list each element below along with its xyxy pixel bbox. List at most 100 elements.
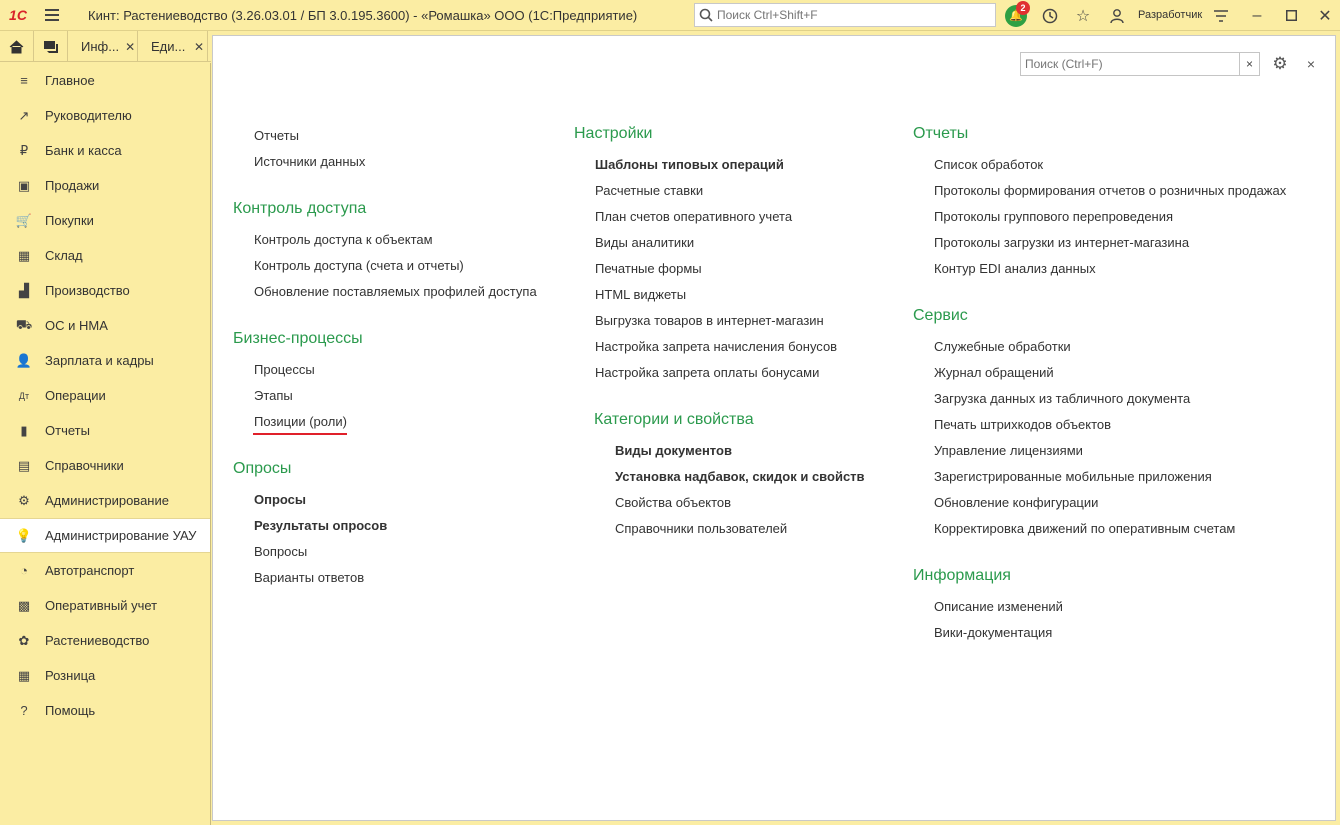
window-title: Кинт: Растениеводство (3.26.03.01 / БП 3… [88, 7, 638, 23]
app-logo: 1С [9, 7, 27, 23]
sidebar-item-plant-growing[interactable]: ✿ Растениеводство [0, 623, 210, 658]
link-questions[interactable]: Вопросы [254, 544, 307, 559]
link-user-catalogs[interactable]: Справочники пользователей [615, 521, 787, 536]
link-retail-report-logs[interactable]: Протоколы формирования отчетов о розничн… [934, 183, 1286, 198]
link-chart-of-accounts[interactable]: План счетов оперативного учета [595, 209, 792, 224]
sidebar-item-sales[interactable]: ▣ Продажи [0, 168, 210, 203]
section-panel: × ⚙ × Отчеты Источники данных Контроль д… [212, 35, 1336, 821]
link-license-management[interactable]: Управление лицензиями [934, 443, 1083, 458]
link-service-processing[interactable]: Служебные обработки [934, 339, 1071, 354]
link-processes[interactable]: Процессы [254, 362, 315, 377]
link-edi-analysis[interactable]: Контур EDI анализ данных [934, 261, 1096, 276]
link-processing-list[interactable]: Список обработок [934, 157, 1043, 172]
link-access-objects[interactable]: Контроль доступа к объектам [254, 232, 433, 247]
calculator-icon: ▦ [17, 667, 31, 683]
star-icon: ☆ [1075, 7, 1091, 25]
tab-label: Еди... [151, 39, 186, 54]
link-print-barcodes[interactable]: Печать штрихкодов объектов [934, 417, 1111, 432]
sidebar-item-administration[interactable]: ⚙ Администрирование [0, 483, 210, 518]
link-surveys[interactable]: Опросы [254, 492, 306, 507]
global-search[interactable] [694, 3, 996, 27]
global-search-input[interactable] [717, 8, 987, 22]
link-update-configuration[interactable]: Обновление конфигурации [934, 495, 1098, 510]
link-html-widgets[interactable]: HTML виджеты [595, 287, 686, 302]
link-print-forms[interactable]: Печатные формы [595, 261, 702, 276]
link-export-products[interactable]: Выгрузка товаров в интернет-магазин [595, 313, 824, 328]
tab-strip: Инф... ✕ Еди... ✕ [0, 31, 211, 62]
panel-close-button[interactable]: × [1301, 52, 1321, 76]
link-mobile-apps[interactable]: Зарегистрированные мобильные приложения [934, 469, 1212, 484]
link-load-from-spreadsheet[interactable]: Загрузка данных из табличного документа [934, 391, 1190, 406]
tab-discussions[interactable] [34, 31, 68, 62]
sidebar-item-production[interactable]: ▟ Производство [0, 273, 210, 308]
close-icon: ✕ [1318, 7, 1332, 25]
sidebar-item-operational-accounting[interactable]: ▩ Оперативный учет [0, 588, 210, 623]
link-group-reposting-logs[interactable]: Протоколы группового перепроведения [934, 209, 1173, 224]
gear-icon: ⚙ [1272, 54, 1288, 73]
link-requests-journal[interactable]: Журнал обращений [934, 365, 1054, 380]
debit-credit-icon: Дт [18, 390, 30, 401]
link-wiki-docs[interactable]: Вики-документация [934, 625, 1052, 640]
link-answer-options[interactable]: Варианты ответов [254, 570, 364, 585]
tab-units[interactable]: Еди... ✕ [138, 31, 208, 62]
trend-icon: ↗ [18, 107, 30, 123]
sidebar-item-main[interactable]: ≡ Главное [0, 63, 210, 98]
sidebar-item-manager[interactable]: ↗ Руководителю [0, 98, 210, 133]
username-label[interactable]: Разработчик [1138, 9, 1202, 21]
link-survey-results[interactable]: Результаты опросов [254, 518, 387, 533]
sidebar-item-reports[interactable]: ▮ Отчеты [0, 413, 210, 448]
minimize-button[interactable]: – [1244, 3, 1270, 28]
sidebar-item-bank[interactable]: ₽ Банк и касса [0, 133, 210, 168]
group-title-categories: Категории и свойства [594, 411, 754, 428]
close-window-button[interactable]: ✕ [1312, 3, 1338, 28]
tab-close-icon[interactable]: ✕ [125, 40, 135, 54]
tab-close-icon[interactable]: ✕ [194, 40, 204, 54]
main-menu-button[interactable] [36, 0, 68, 31]
panel-search[interactable] [1020, 52, 1240, 76]
maximize-button[interactable] [1278, 3, 1304, 28]
book-icon: ▤ [17, 457, 31, 473]
user-button[interactable] [1104, 3, 1130, 28]
link-update-access-profiles[interactable]: Обновление поставляемых профилей доступа [254, 284, 537, 299]
link-reports-col1[interactable]: Отчеты [254, 128, 299, 143]
notifications-button[interactable]: 🔔 2 [1003, 1, 1030, 28]
sidebar-item-administration-uau[interactable]: 💡 Администрирование УАУ [0, 518, 210, 553]
link-positions-roles[interactable]: Позиции (роли) [254, 414, 347, 429]
sidebar-item-warehouse[interactable]: ▦ Склад [0, 238, 210, 273]
panel-search-input[interactable] [1021, 57, 1239, 71]
link-document-types[interactable]: Виды документов [615, 443, 732, 458]
sidebar-item-payroll[interactable]: 👤 Зарплата и кадры [0, 343, 210, 378]
sidebar-item-purchases[interactable]: 🛒 Покупки [0, 203, 210, 238]
link-data-sources[interactable]: Источники данных [254, 154, 365, 169]
link-operation-templates[interactable]: Шаблоны типовых операций [595, 157, 784, 172]
menu-lines-icon: ≡ [20, 73, 28, 88]
link-changes-description[interactable]: Описание изменений [934, 599, 1063, 614]
link-eshop-load-logs[interactable]: Протоколы загрузки из интернет-магазина [934, 235, 1189, 250]
link-bonus-payment-ban[interactable]: Настройка запрета оплаты бонусами [595, 365, 819, 380]
tab-home[interactable] [0, 31, 34, 62]
link-stages[interactable]: Этапы [254, 388, 293, 403]
history-button[interactable] [1037, 3, 1063, 28]
sidebar-item-help[interactable]: ? Помощь [0, 693, 210, 728]
link-access-accounts-reports[interactable]: Контроль доступа (счета и отчеты) [254, 258, 464, 273]
bar-chart-icon: ▮ [20, 422, 28, 438]
link-correct-operational-movements[interactable]: Корректировка движений по оперативным сч… [934, 521, 1235, 536]
panel-search-clear-button[interactable]: × [1240, 52, 1260, 76]
sidebar-item-catalogs[interactable]: ▤ Справочники [0, 448, 210, 483]
settings-menu-button[interactable] [1208, 3, 1234, 28]
minimize-icon: – [1252, 6, 1262, 24]
sidebar-item-vehicles[interactable]: ◔ Автотранспорт [0, 553, 210, 588]
sidebar-item-retail[interactable]: ▦ Розница [0, 658, 210, 693]
tab-info[interactable]: Инф... ✕ [68, 31, 138, 62]
panel-settings-button[interactable]: ⚙ [1268, 52, 1292, 76]
link-bonus-accrual-ban[interactable]: Настройка запрета начисления бонусов [595, 339, 837, 354]
link-object-properties[interactable]: Свойства объектов [615, 495, 731, 510]
ruble-icon: ₽ [19, 142, 29, 158]
link-rates[interactable]: Расчетные ставки [595, 183, 703, 198]
favorites-button[interactable]: ☆ [1070, 3, 1096, 28]
link-analytics-types[interactable]: Виды аналитики [595, 235, 694, 250]
warehouse-icon: ▦ [17, 247, 31, 263]
link-markups-discounts[interactable]: Установка надбавок, скидок и свойств [615, 469, 865, 484]
sidebar-item-fixed-assets[interactable]: ⛟ ОС и НМА [0, 308, 210, 343]
sidebar-item-operations[interactable]: Дт Операции [0, 378, 210, 413]
